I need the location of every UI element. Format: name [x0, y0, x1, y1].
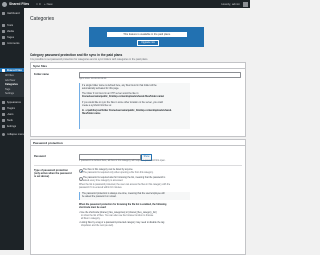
media-icon	[2, 30, 5, 33]
sidebar-item-label: Posts	[7, 24, 14, 27]
page-title: Categories	[30, 16, 54, 22]
radio-open-listing-label: The files in this category can be listed…	[83, 169, 133, 171]
sidebar-item-pages[interactable]: Pages	[0, 35, 24, 39]
folder-icon	[2, 69, 5, 72]
pin-icon	[2, 24, 5, 27]
sidebar-item-label: Dashboard	[7, 12, 20, 15]
users-icon	[2, 113, 5, 116]
section-title: Category password protection and file sy…	[30, 53, 122, 57]
tools-icon	[2, 119, 5, 122]
sidebar-item-label: Appearance	[7, 101, 22, 104]
section-description: It is possible to set password protectio…	[30, 58, 148, 61]
shortcode-title: When the password protection for browsin…	[79, 204, 166, 206]
sidebar-item-label: Pages	[7, 36, 15, 39]
brush-icon	[2, 101, 5, 104]
sidebar-item-comments[interactable]: Comments	[0, 41, 24, 45]
protection-type-label: Type of password protection (only active…	[34, 169, 74, 179]
bullet-item: • Listing files by a tag or a password-p…	[79, 222, 164, 224]
radio-protect-listing-note: password if it is entered within 10 minu…	[79, 187, 122, 189]
radio-protect-listing-label: The password is required also for browsi…	[83, 177, 165, 179]
dashboard-icon	[2, 12, 5, 15]
sidebar-item-label: Media	[7, 30, 14, 33]
comment-icon	[2, 42, 5, 45]
sidebar-item-label: Comments	[7, 42, 20, 45]
sidebar-item-label: Settings	[7, 125, 17, 128]
sync-info-command: ln -s /path/to/your/folder /home/usernam…	[82, 110, 172, 112]
admin-sidebar: Dashboard Posts Media Pages Comments Sha…	[0, 8, 24, 250]
sidebar-item-appearance[interactable]: Appearance	[0, 100, 24, 104]
sync-info-line: create a symbolic link like so:	[82, 105, 112, 107]
sidebar-item-posts[interactable]: Posts	[0, 23, 24, 27]
sync-info-box: If a single folder name is defined here,…	[79, 83, 190, 129]
sync-info-line: If a single folder name is defined here,…	[82, 85, 157, 87]
protection-info-line: The password protection is always one-ti…	[82, 193, 165, 195]
collapse-menu-button[interactable]: Collapse menu	[0, 132, 24, 136]
radio-protect-listing-note: When the list is password protected, the…	[79, 184, 170, 186]
folder-name-help: Sync once: 00:00 00:00:00	[79, 78, 106, 80]
admin-bar: Shared Files □ 0 + New Howdy, admin	[0, 0, 250, 8]
password-help: If password is defined here, all files i…	[79, 160, 166, 162]
sidebar-item-users[interactable]: Users	[0, 112, 24, 116]
sync-files-title: Sync files	[33, 64, 47, 68]
upgrade-button[interactable]: Upgrade now	[137, 40, 159, 46]
sidebar-item-label: Plugins	[7, 107, 16, 110]
bullet-text: Use the shortcode [shared_files_categori…	[80, 212, 156, 214]
sidebar-item-label: Collapse menu	[7, 133, 25, 136]
password-protection-title: Password protection	[33, 141, 63, 145]
sidebar-item-media[interactable]: Media	[0, 29, 24, 33]
new-content-link[interactable]: + New	[44, 2, 53, 6]
sidebar-item-label: Shared Files	[7, 69, 23, 72]
bullet-item-cont: dropdown and the rest (as well).	[81, 225, 114, 227]
sidebar-item-tools[interactable]: Tools	[0, 118, 24, 122]
sidebar-item-shared-files[interactable]: Shared Files	[0, 68, 24, 72]
submenu-settings[interactable]: Settings	[5, 92, 14, 95]
protection-info-line: be asked the password on reload.	[82, 196, 116, 198]
bullet-item-cont: to show the list of files. You can also …	[81, 215, 153, 217]
sidebar-item-label: Tools	[7, 119, 13, 122]
comments-count: 0	[39, 2, 41, 6]
greeting-link[interactable]: Howdy, admin	[221, 2, 240, 6]
folder-name-label: Folder name	[34, 73, 49, 76]
settings-icon	[2, 125, 5, 128]
sidebar-item-plugins[interactable]: Plugins	[0, 106, 24, 110]
sync-info-path: /home/username/public_html/wp-content/up…	[82, 96, 164, 98]
sidebar-item-dashboard[interactable]: Dashboard	[0, 11, 24, 15]
radio-protect-listing-sub: asked every time category is accessed.	[83, 180, 123, 182]
protection-info-box: The password protection is always one-ti…	[79, 192, 190, 200]
sync-info-line: If you would like to sync the files in s…	[82, 102, 163, 104]
wordpress-logo-icon[interactable]	[2, 2, 7, 7]
submenu-add-new[interactable]: Add New	[5, 79, 15, 82]
page-icon	[2, 36, 5, 39]
sidebar-item-settings[interactable]: Settings	[0, 124, 24, 128]
sync-info-command: files/folder-name	[82, 113, 100, 115]
bullet-item: • Use the shortcode [shared_files_catego…	[79, 212, 156, 214]
radio-open-listing-sub: The password is required only when openi…	[83, 172, 153, 174]
collapse-icon	[2, 133, 5, 136]
main-content: Categories This feature is available in …	[24, 8, 250, 250]
site-name-link[interactable]: Shared Files	[9, 2, 29, 6]
password-protection-header: Password protection	[31, 140, 245, 146]
upgrade-notice-text: This feature is available in the paid pl…	[107, 32, 187, 37]
sync-files-card: Sync files Folder name Sync once: 00:00 …	[30, 62, 246, 137]
sync-files-header: Sync files	[31, 63, 245, 69]
bullet-item-cont: all files in category.	[81, 218, 100, 220]
upgrade-notice: This feature is available in the paid pl…	[89, 27, 204, 47]
password-protection-card: Password protection Password Show If pas…	[30, 139, 246, 255]
submenu-categories[interactable]: Categories	[5, 83, 18, 86]
avatar[interactable]	[243, 2, 248, 7]
comments-icon[interactable]: □	[36, 2, 38, 6]
sync-info-line: The folder if not found in an FTP server…	[82, 93, 139, 95]
submenu-tags[interactable]: Tags	[5, 88, 10, 91]
bullet-text: Listing files by a tag or a password-pro…	[80, 222, 164, 224]
sidebar-item-label: Users	[7, 113, 14, 116]
submenu-all-files[interactable]: All Files	[5, 74, 14, 77]
plugin-icon	[2, 107, 5, 110]
shortcode-title: shortcode must be used:	[79, 207, 106, 209]
shared-files-submenu: All Files Add New Categories Tags Settin…	[0, 73, 24, 97]
sync-info-line: automatically activated for this page.	[82, 88, 119, 90]
password-label: Password	[34, 155, 46, 158]
